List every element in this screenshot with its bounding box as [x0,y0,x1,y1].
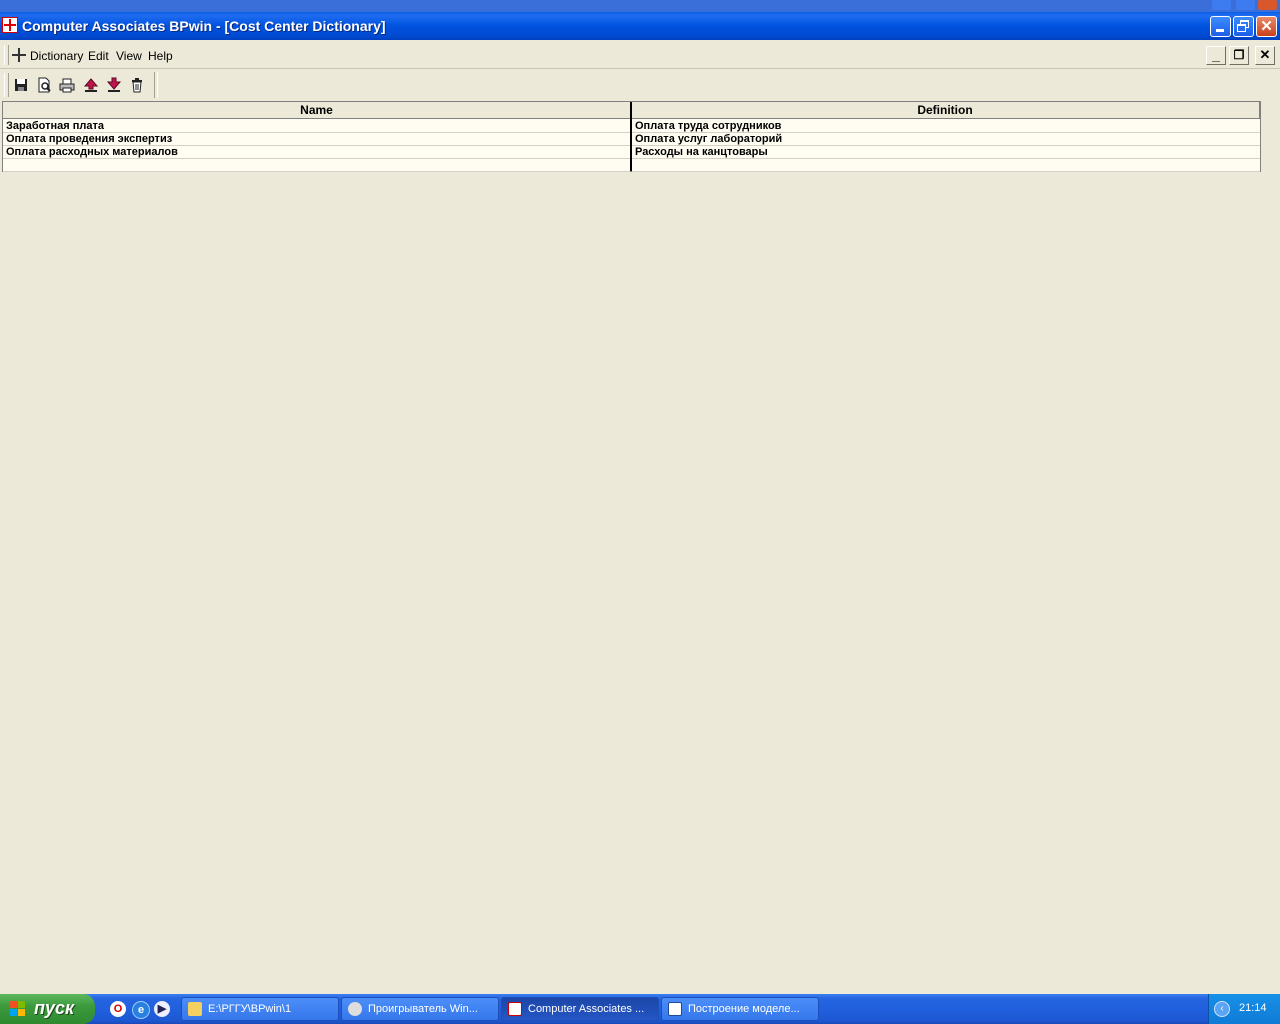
task-button-bpwin[interactable]: Computer Associates ... [501,997,659,1021]
print-preview-icon [38,77,51,93]
close-icon: ✕ [1260,18,1273,35]
toolbar-grip[interactable] [4,73,9,97]
window-close-button[interactable]: ✕ [1256,16,1277,37]
mdi-restore-button[interactable]: ❐ [1229,46,1249,65]
dictionary-icon[interactable] [12,48,26,62]
task-button-media-player[interactable]: Проигрыватель Win... [341,997,499,1021]
cell-definition[interactable]: Оплата труда сотрудников [632,120,1260,133]
tray-expand-icon[interactable]: ‹ [1214,1001,1230,1017]
column-header-name-label: Name [300,103,333,117]
cell-name[interactable]: Оплата расходных материалов [3,146,630,159]
menu-edit[interactable]: Edit [88,49,109,63]
cell-name[interactable] [3,159,630,172]
background-minimize-button [1212,0,1231,10]
taskbar: пуск O e ▶ E:\РГГУ\BPwin\1 Проигрыватель… [0,994,1280,1024]
menu-help[interactable]: Help [148,49,173,63]
cell-name[interactable]: Оплата проведения экспертиз [3,133,630,146]
move-down-button[interactable] [105,76,123,94]
save-icon [15,79,27,91]
move-up-button[interactable] [82,76,100,94]
print-preview-button[interactable] [35,76,53,94]
quicklaunch-media-icon[interactable]: ▶ [154,1001,170,1017]
menu-dictionary[interactable]: Dictionary [30,49,83,63]
task-label: Computer Associates ... [528,1003,645,1015]
menu-help-label: Help [148,49,173,63]
restore-icon: ❐ [1233,48,1245,62]
window-titlebar[interactable]: Computer Associates BPwin - [Cost Center… [0,12,1280,40]
save-button[interactable] [12,76,30,94]
clock[interactable]: 21:14 [1239,1002,1267,1014]
window-title: Computer Associates BPwin - [Cost Center… [22,18,386,34]
folder-icon [188,1002,202,1016]
client-area [0,100,1280,990]
task-button-word[interactable]: Построение моделе... [661,997,819,1021]
minimize-icon [1216,29,1224,32]
column-divider[interactable] [630,102,632,171]
cost-center-grid[interactable]: Name Definition Заработная плата Оплата … [2,101,1261,172]
toolbar [0,70,1280,100]
menubar-grip[interactable] [4,45,9,65]
menubar [0,42,1280,69]
column-header-name[interactable]: Name [3,102,631,119]
quicklaunch-ie-icon[interactable]: e [132,1001,150,1019]
system-tray: ‹ 21:14 [1208,994,1280,1024]
delete-icon [132,78,142,93]
windows-logo-icon [10,1001,26,1017]
background-close-button [1258,0,1277,10]
toolbar-separator [154,72,158,98]
menu-dictionary-label: Dictionary [30,49,84,63]
bpwin-icon [508,1002,522,1016]
minimize-icon: _ [1212,47,1220,63]
cell-definition[interactable]: Оплата услуг лабораторий [632,133,1260,146]
mdi-minimize-button[interactable]: _ [1206,46,1226,65]
column-header-definition-label: Definition [917,103,973,117]
delete-button[interactable] [128,76,146,94]
print-icon [59,78,75,93]
print-button[interactable] [58,76,76,94]
cell-definition[interactable] [632,159,1260,172]
quicklaunch-opera-icon[interactable]: O [110,1001,126,1017]
menu-view-label: View [116,49,142,63]
move-down-icon [106,77,122,92]
cell-name[interactable]: Заработная плата [3,120,630,133]
word-icon [668,1002,682,1016]
menu-view[interactable]: View [116,49,142,63]
task-label: Построение моделе... [688,1003,800,1015]
window-minimize-button[interactable] [1210,16,1231,37]
background-maximize-button [1236,0,1255,10]
cell-definition[interactable]: Расходы на канцтовары [632,146,1260,159]
task-label: E:\РГГУ\BPwin\1 [208,1003,292,1015]
column-header-definition[interactable]: Definition [631,102,1260,119]
background-window-titlebar [0,0,1280,12]
window-restore-button[interactable] [1233,16,1254,37]
media-player-icon [348,1002,362,1016]
close-icon: ✕ [1259,47,1271,62]
start-label: пуск [34,998,75,1018]
task-label: Проигрыватель Win... [368,1003,478,1015]
menu-edit-label: Edit [88,49,109,63]
bpwin-app-icon[interactable] [2,17,18,33]
task-button-folder[interactable]: E:\РГГУ\BPwin\1 [181,997,339,1021]
mdi-close-button[interactable]: ✕ [1255,46,1275,65]
start-button[interactable]: пуск [0,994,95,1024]
move-up-icon [83,78,99,92]
